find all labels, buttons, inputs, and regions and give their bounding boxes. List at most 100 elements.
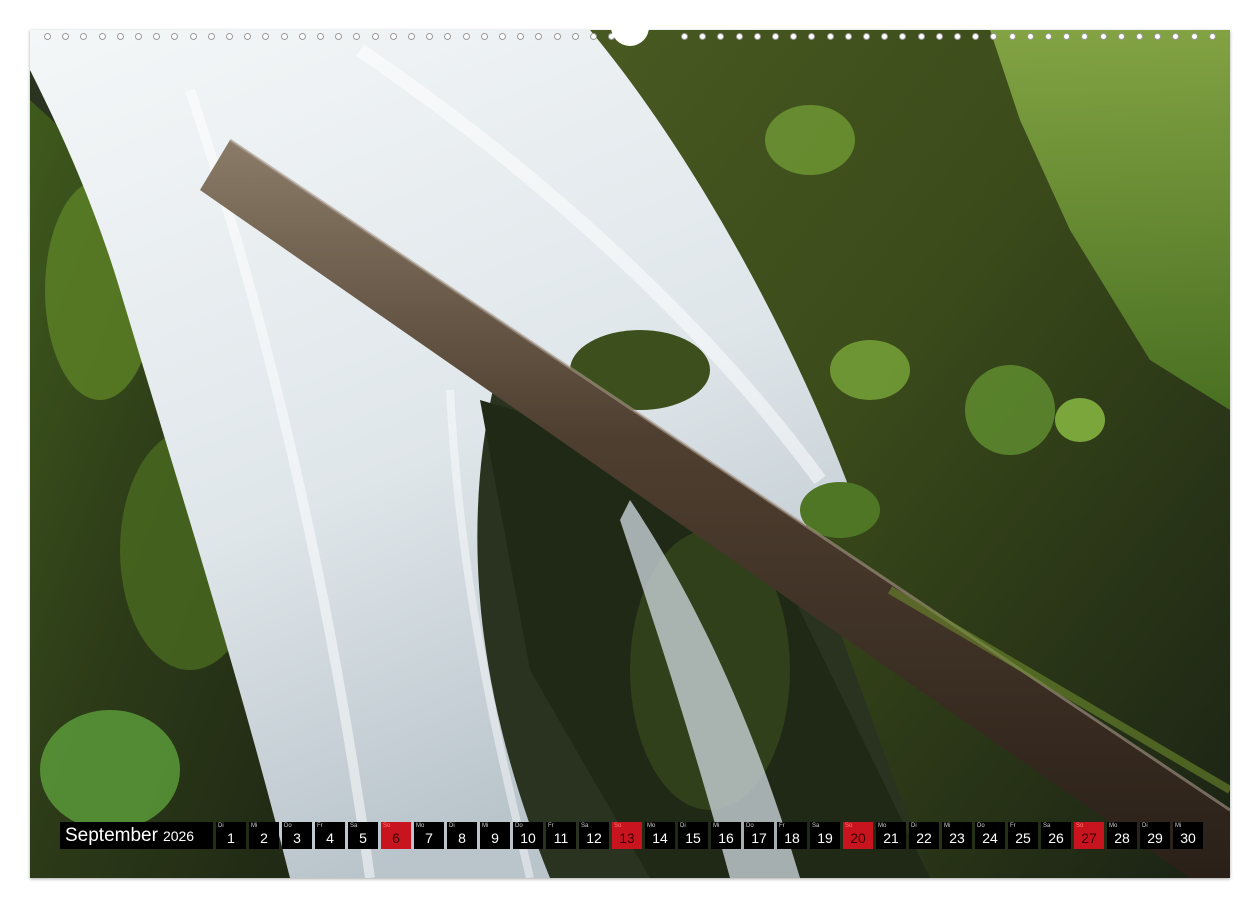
binding-ring (772, 33, 779, 40)
binding-ring (226, 33, 233, 40)
binding-ring (699, 33, 707, 40)
day-weekday: Mi (482, 823, 489, 829)
binding-ring (80, 33, 88, 40)
day-number: 7 (425, 830, 433, 846)
day-weekday: Mo (416, 823, 425, 829)
day-cell: Fr 18 (777, 822, 807, 849)
day-weekday: Fr (779, 823, 785, 829)
binding-ring (844, 33, 852, 40)
binding-ring (244, 33, 252, 40)
day-number: 22 (916, 830, 932, 846)
day-cell: Fr 25 (1008, 822, 1038, 849)
binding-ring (389, 33, 397, 40)
binding-ring (517, 33, 525, 40)
day-weekday: Mo (647, 823, 656, 829)
day-weekday: So (1076, 823, 1084, 829)
day-cell: Mo 7 (414, 822, 444, 849)
day-cell: Mi 23 (942, 822, 972, 849)
binding-ring (189, 33, 197, 40)
binding-ring (280, 33, 288, 40)
month-label: September 2026 (60, 822, 213, 849)
binding-ring (408, 33, 415, 40)
binding-ring (571, 33, 579, 40)
day-weekday: Mi (251, 823, 258, 829)
day-number: 30 (1180, 830, 1196, 846)
day-cell: So 6 (381, 822, 411, 849)
day-weekday: Sa (1043, 823, 1051, 829)
day-cell: Sa 19 (810, 822, 840, 849)
day-cell: Mi 9 (480, 822, 510, 849)
binding-ring (590, 33, 597, 40)
day-number: 11 (553, 830, 569, 846)
calendar-page (30, 30, 1230, 878)
binding-ring (990, 33, 998, 40)
day-number: 1 (227, 830, 235, 846)
day-cell: Di 15 (678, 822, 708, 849)
day-cell: Mo 14 (645, 822, 675, 849)
day-weekday: Do (284, 823, 292, 829)
day-weekday: Fr (1010, 823, 1016, 829)
day-number: 16 (718, 830, 734, 846)
day-number: 2 (260, 830, 268, 846)
binding-ring (262, 33, 270, 40)
binding-ring (1063, 33, 1071, 40)
binding-ring (681, 33, 688, 40)
day-weekday: So (845, 823, 853, 829)
binding-ring (954, 33, 961, 40)
binding-ring (899, 33, 907, 40)
day-cell: Di 22 (909, 822, 939, 849)
binding-ring (881, 33, 889, 40)
day-cell: Do 3 (282, 822, 312, 849)
day-weekday: Do (977, 823, 985, 829)
day-cell: Di 8 (447, 822, 477, 849)
binding-ring (1026, 33, 1034, 40)
day-weekday: Sa (350, 823, 358, 829)
binding-ring (153, 33, 161, 40)
binding-ring (808, 33, 816, 40)
day-weekday: Di (1142, 823, 1148, 829)
day-cell: Mo 21 (876, 822, 906, 849)
day-cell: Di 1 (216, 822, 246, 849)
day-weekday: Di (218, 823, 224, 829)
day-cell: Fr 4 (315, 822, 345, 849)
day-number: 3 (293, 830, 301, 846)
month-name: September (65, 824, 158, 846)
day-weekday: Fr (548, 823, 554, 829)
day-weekday: So (383, 823, 391, 829)
binding-ring (753, 33, 761, 40)
day-weekday: Fr (317, 823, 323, 829)
day-cell: Fr 11 (546, 822, 576, 849)
binding-ring (553, 33, 561, 40)
day-number: 15 (685, 830, 701, 846)
day-cell: Mi 30 (1173, 822, 1203, 849)
binding-ring (171, 33, 179, 40)
day-number: 18 (784, 830, 800, 846)
day-number: 24 (982, 830, 998, 846)
day-number: 8 (458, 830, 466, 846)
day-weekday: Di (680, 823, 686, 829)
binding-ring (444, 33, 452, 40)
day-cell: So 20 (843, 822, 873, 849)
binding-ring (1154, 33, 1162, 40)
day-number: 28 (1114, 830, 1130, 846)
binding-ring (1081, 33, 1089, 40)
binding-ring (1190, 33, 1198, 40)
binding-ring (1045, 33, 1052, 40)
day-number: 29 (1147, 830, 1163, 846)
binding-ring (826, 33, 834, 40)
binding-ring (917, 33, 925, 40)
binding-ring (298, 33, 306, 40)
binding-ring (480, 33, 488, 40)
day-cell: Mo 28 (1107, 822, 1137, 849)
waterfall-photo (30, 30, 1230, 878)
binding-ring (317, 33, 324, 40)
binding-ring (499, 33, 506, 40)
binding-ring (935, 33, 943, 40)
day-weekday: Do (746, 823, 754, 829)
day-number: 27 (1081, 830, 1097, 846)
day-number: 14 (652, 830, 668, 846)
binding-ring (863, 33, 870, 40)
binding-ring (353, 33, 361, 40)
day-weekday: So (614, 823, 622, 829)
binding-ring (717, 33, 725, 40)
